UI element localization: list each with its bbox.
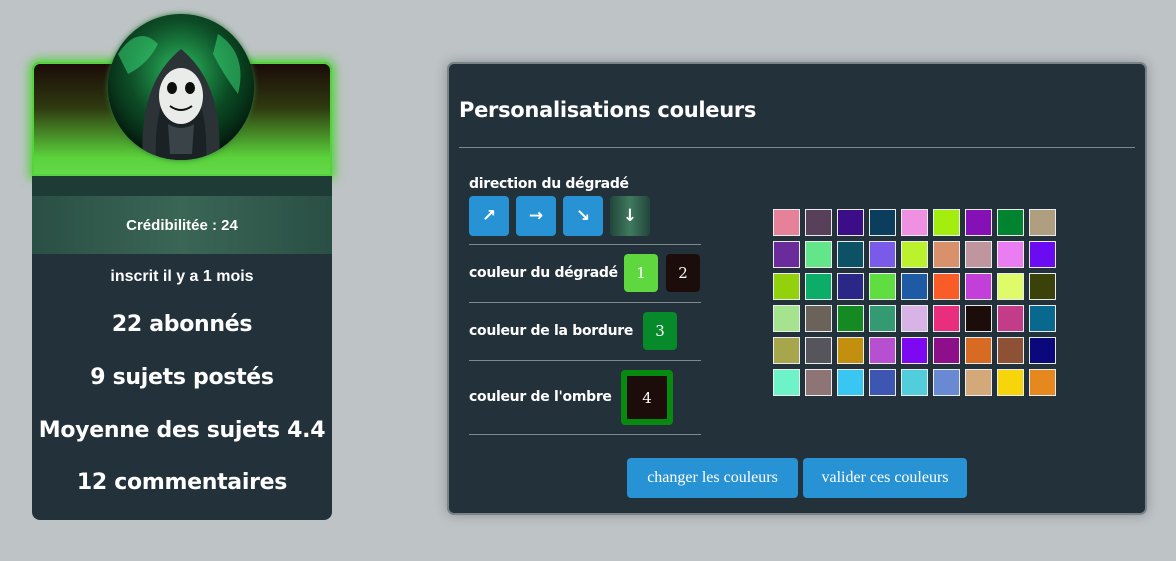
color-swatch[interactable]: #d86b23 [965, 337, 992, 364]
comments-count: 12 commentaires [76, 470, 288, 495]
border-color-label: couleur de la bordure [469, 323, 634, 339]
posted-topics-count: 9 sujets postés [90, 365, 274, 390]
avatar[interactable] [108, 14, 254, 160]
direction-right-button[interactable]: → [516, 196, 556, 236]
color-swatch[interactable]: #0b3e5c [869, 209, 896, 236]
color-swatch[interactable]: #3b4209 [1029, 273, 1056, 300]
color-swatch[interactable]: #3c56b2 [869, 369, 896, 396]
color-swatch[interactable]: #e5891f [1029, 369, 1056, 396]
arrow-down-icon: ↓ [622, 206, 638, 226]
color-swatch[interactable]: #0cad68 [805, 273, 832, 300]
color-swatch[interactable]: #d9916b [933, 241, 960, 268]
panel-title: Personalisations couleurs [459, 98, 757, 122]
color-swatch[interactable]: #d8b3e5 [901, 305, 928, 332]
color-swatch[interactable]: #fa5c28 [933, 273, 960, 300]
color-swatch[interactable]: #e6819a [773, 209, 800, 236]
color-swatch[interactable]: #5fdd41 [869, 273, 896, 300]
color-swatch[interactable]: #b09e81 [1029, 209, 1056, 236]
color-swatch[interactable]: #6ef2c8 [773, 369, 800, 396]
divider [469, 302, 701, 303]
color-swatch[interactable]: #63e58a [805, 241, 832, 268]
validate-colors-label: valider ces couleurs [821, 469, 949, 486]
color-swatch[interactable]: #1d0d0a [965, 305, 992, 332]
gradient-color-2-button[interactable]: 2 [666, 254, 700, 292]
change-colors-label: changer les couleurs [647, 469, 778, 486]
hooded-figure-avatar-icon [108, 14, 254, 160]
profile-card: Crédibilitée : 24 inscrit il y a 1 mois … [32, 14, 332, 520]
color-swatch[interactable]: #8410b6 [965, 209, 992, 236]
color-swatch[interactable]: #a7a64c [773, 337, 800, 364]
color-swatch[interactable]: #e82e7d [933, 305, 960, 332]
color-swatch[interactable]: #a4ee0f [933, 209, 960, 236]
divider [469, 244, 701, 245]
color-swatch[interactable]: #8d5136 [997, 337, 1024, 364]
color-swatch[interactable]: #7c09f1 [901, 337, 928, 364]
color-swatch[interactable]: #6989d2 [933, 369, 960, 396]
color-swatch[interactable]: #bf969e [965, 241, 992, 268]
color-swatch[interactable]: #56555c [805, 337, 832, 364]
color-swatch[interactable]: #ef90e0 [901, 209, 928, 236]
color-swatch[interactable]: #349a72 [869, 305, 896, 332]
shadow-color-number: 4 [642, 388, 652, 407]
color-swatch[interactable]: #0a087b [1029, 337, 1056, 364]
credibility-badge: Crédibilitée : 24 [32, 196, 332, 254]
direction-down-button[interactable]: ↓ [610, 196, 650, 236]
followers-count: 22 abonnés [111, 312, 253, 337]
gradient-color-1-number: 1 [636, 264, 646, 282]
color-swatch[interactable]: #6a2c9b [773, 241, 800, 268]
color-settings-panel: Personalisations couleurs direction du d… [447, 62, 1147, 515]
divider [469, 360, 701, 361]
direction-label: direction du dégradé [469, 176, 629, 192]
color-swatch[interactable]: #1f5ba4 [901, 273, 928, 300]
color-swatch[interactable]: #2b2786 [837, 273, 864, 300]
gradient-color-2-number: 2 [678, 264, 688, 282]
color-swatch[interactable]: #3b0d86 [837, 209, 864, 236]
change-colors-button[interactable]: changer les couleurs [627, 458, 798, 498]
gradient-color-1-button[interactable]: 1 [624, 254, 658, 292]
color-swatch[interactable]: #3ac6f2 [837, 369, 864, 396]
shadow-color-button[interactable]: 4 [621, 370, 673, 425]
color-swatch[interactable]: #58405a [805, 209, 832, 236]
divider [459, 147, 1135, 148]
divider [469, 434, 701, 435]
color-swatch[interactable]: #d4a97a [965, 369, 992, 396]
border-color-number: 3 [655, 322, 665, 340]
color-swatch[interactable]: #6b6359 [805, 305, 832, 332]
color-swatch[interactable]: #09688d [1029, 305, 1056, 332]
shadow-color-label: couleur de l'ombre [469, 389, 612, 405]
validate-colors-button[interactable]: valider ces couleurs [803, 458, 967, 498]
color-palette: #e6819a#58405a#3b0d86#0b3e5c#ef90e0#a4ee… [773, 209, 1056, 396]
topics-average: Moyenne des sujets 4.4 [38, 418, 326, 443]
color-swatch[interactable]: #8d0f8a [933, 337, 960, 364]
color-swatch[interactable]: #7a5ae8 [869, 241, 896, 268]
color-swatch[interactable]: #e97df1 [997, 241, 1024, 268]
color-swatch[interactable]: #e0fb69 [997, 273, 1024, 300]
arrow-up-right-icon: ↗ [481, 206, 497, 226]
direction-down-right-button[interactable]: ↘ [563, 196, 603, 236]
color-swatch[interactable]: #f6d60a [997, 369, 1024, 396]
color-swatch[interactable]: #bcf12d [901, 241, 928, 268]
border-color-button[interactable]: 3 [643, 312, 677, 350]
color-swatch[interactable]: #6b0bf1 [1029, 241, 1056, 268]
color-swatch[interactable]: #028330 [997, 209, 1024, 236]
color-swatch[interactable]: #168a22 [837, 305, 864, 332]
gradient-color-label: couleur du dégradé [469, 265, 618, 281]
color-swatch[interactable]: #8d7475 [805, 369, 832, 396]
arrow-down-right-icon: ↘ [575, 206, 591, 226]
registered-since: inscrit il y a 1 mois [110, 268, 254, 285]
credibility-text: Crédibilitée : 24 [126, 216, 238, 234]
arrow-right-icon: → [528, 206, 544, 226]
color-swatch[interactable]: #c33fd9 [965, 273, 992, 300]
color-swatch[interactable]: #c33c87 [997, 305, 1024, 332]
color-swatch[interactable]: #93d10c [773, 273, 800, 300]
color-swatch[interactable]: #0d5165 [837, 241, 864, 268]
color-swatch[interactable]: #a5e38f [773, 305, 800, 332]
profile-strip [32, 176, 332, 196]
color-swatch[interactable]: #b64fd0 [869, 337, 896, 364]
color-swatch[interactable]: #c28f0f [837, 337, 864, 364]
direction-up-right-button[interactable]: ↗ [469, 196, 509, 236]
color-swatch[interactable]: #51cddc [901, 369, 928, 396]
